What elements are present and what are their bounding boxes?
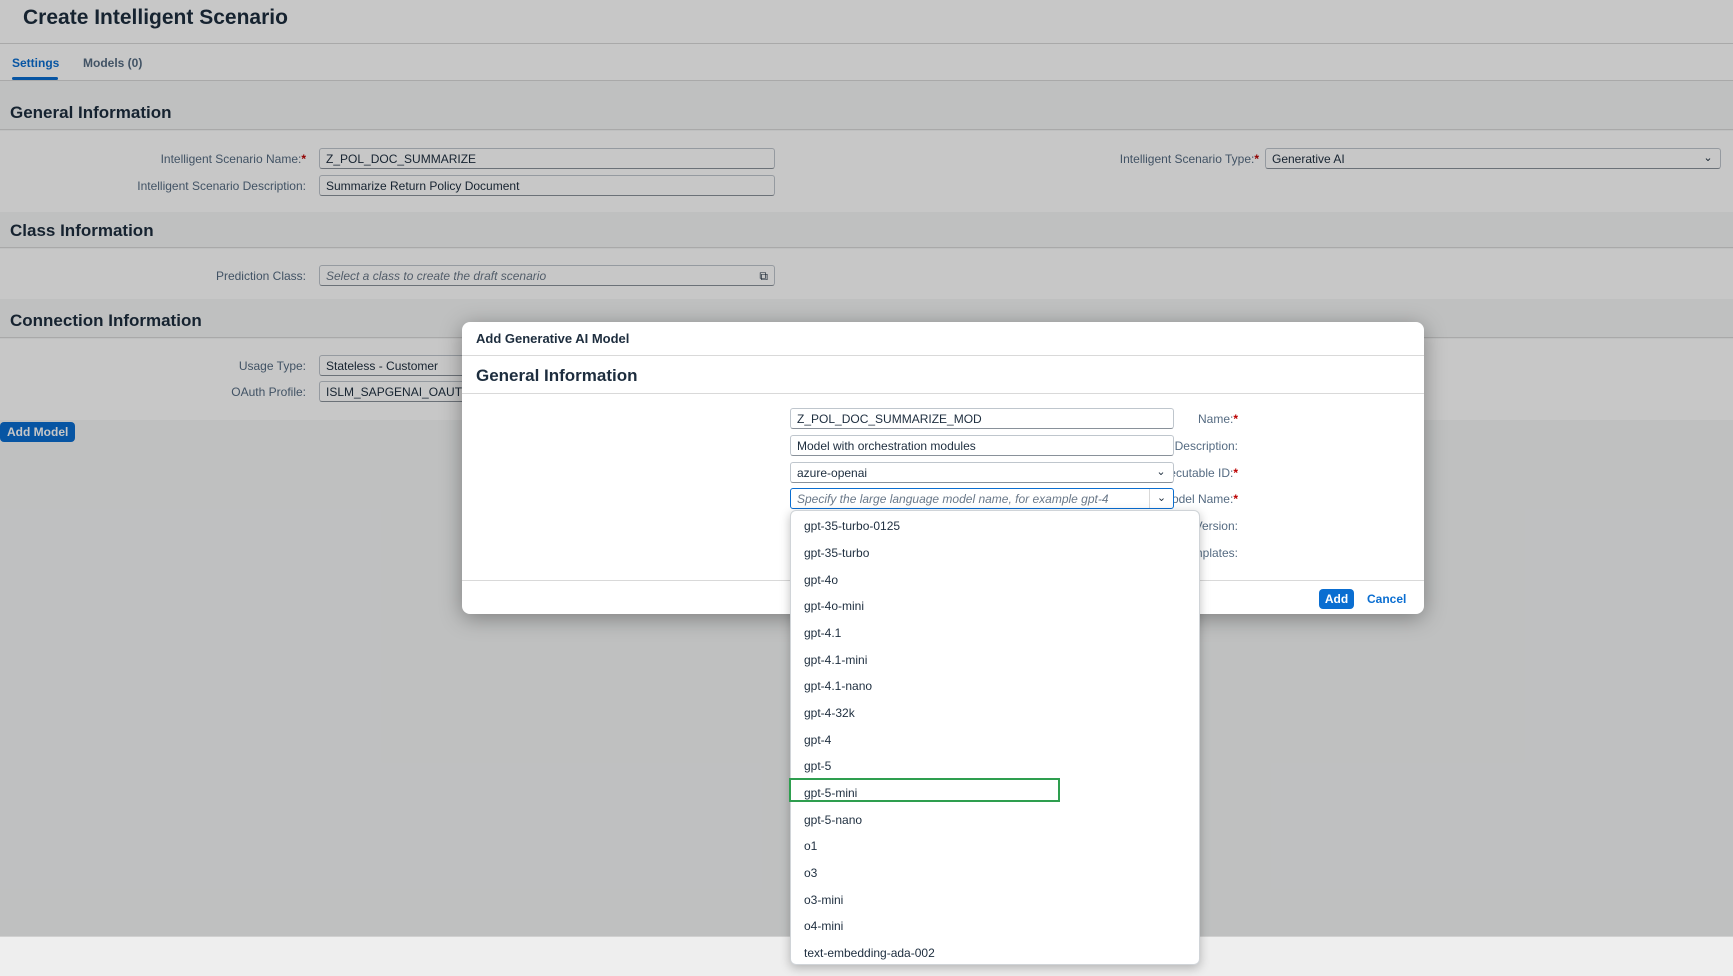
list-item[interactable]: gpt-4.1-mini xyxy=(804,653,867,667)
list-item[interactable]: text-embedding-ada-002 xyxy=(804,946,935,960)
list-item[interactable]: gpt-35-turbo-0125 xyxy=(804,519,900,533)
chevron-down-icon[interactable]: ⌄ xyxy=(1149,463,1173,482)
list-item[interactable]: gpt-4.1 xyxy=(804,626,841,640)
list-item[interactable]: gpt-4.1-nano xyxy=(804,679,872,693)
llm-options-list: gpt-35-turbo-0125 gpt-35-turbo gpt-4o gp… xyxy=(790,510,1200,965)
dialog-section-header: General Information xyxy=(462,356,1424,394)
executable-id-value: azure-openai xyxy=(797,466,868,480)
executable-id-select[interactable]: azure-openai ⌄ xyxy=(790,462,1174,483)
dialog-section-title: General Information xyxy=(476,366,638,385)
add-button[interactable]: Add xyxy=(1319,589,1354,609)
list-item[interactable]: o3 xyxy=(804,866,817,880)
list-item[interactable]: gpt-4 xyxy=(804,733,831,747)
list-item[interactable]: gpt-4-32k xyxy=(804,706,855,720)
list-item[interactable]: gpt-5 xyxy=(804,759,831,773)
list-item[interactable]: o4-mini xyxy=(804,919,843,933)
list-item[interactable]: o1 xyxy=(804,839,817,853)
list-item[interactable]: gpt-5-nano xyxy=(804,813,862,827)
cancel-button[interactable]: Cancel xyxy=(1367,589,1406,609)
chevron-down-icon[interactable]: ⌄ xyxy=(1149,489,1173,508)
dialog-header: Add Generative AI Model xyxy=(462,322,1424,356)
llm-name-combobox[interactable]: Specify the large language model name, f… xyxy=(790,488,1174,509)
model-description-label: Description: xyxy=(1174,439,1238,453)
dialog-title: Add Generative AI Model xyxy=(476,331,630,346)
llm-name-placeholder: Specify the large language model name, f… xyxy=(797,492,1109,506)
model-description-field[interactable]: Model with orchestration modules xyxy=(790,435,1174,456)
list-item[interactable]: gpt-4o-mini xyxy=(804,599,864,613)
list-item[interactable]: o3-mini xyxy=(804,893,843,907)
list-item[interactable]: gpt-4o xyxy=(804,573,838,587)
model-name-field[interactable]: Z_POL_DOC_SUMMARIZE_MOD xyxy=(790,408,1174,429)
model-name-label: Name:* xyxy=(1197,412,1238,426)
list-item[interactable]: gpt-35-turbo xyxy=(804,546,869,560)
highlight-box xyxy=(789,778,1060,802)
